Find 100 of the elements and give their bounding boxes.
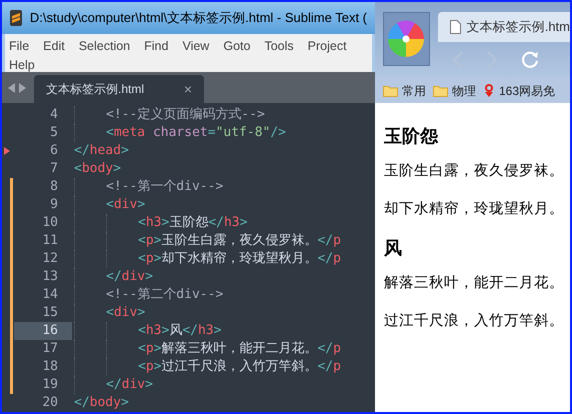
code-token: </ xyxy=(317,232,334,250)
code-token: 玉阶怨 xyxy=(169,214,208,232)
page-icon xyxy=(450,20,461,34)
menu-item[interactable]: Edit xyxy=(43,37,65,56)
code-token: </ xyxy=(317,358,334,376)
code-token: > xyxy=(145,376,153,394)
code-token: > xyxy=(154,358,162,376)
code-token: p xyxy=(333,232,341,250)
bookmark-item[interactable]: 163网易免 xyxy=(483,82,556,100)
folder-icon xyxy=(433,84,448,96)
menu-item[interactable]: Help xyxy=(9,56,35,76)
page-heading: 玉阶怨 xyxy=(384,125,440,147)
browser-tab[interactable]: 文本标签示例.htm xyxy=(438,12,570,42)
line-number: 8 xyxy=(50,179,58,194)
code-token: p xyxy=(146,358,154,376)
code-token: "utf-8" xyxy=(216,124,270,142)
page-paragraph: 过江千尺浪，入竹万竿斜。 xyxy=(384,312,565,331)
code-token: > xyxy=(120,394,129,412)
code-token: < xyxy=(74,160,82,178)
menu-item[interactable]: View xyxy=(182,37,210,56)
code-token: charset xyxy=(152,124,208,142)
site-logo-icon xyxy=(483,84,495,98)
line-number: 12 xyxy=(42,251,58,266)
code-token: < xyxy=(106,304,114,322)
line-number: 15 xyxy=(42,305,58,320)
app-logo-icon xyxy=(10,10,22,26)
code-token: p xyxy=(333,358,341,376)
code-token: head xyxy=(90,142,121,160)
bookmark-item[interactable]: 常用 xyxy=(383,82,426,100)
menu-item[interactable]: Goto xyxy=(223,37,250,56)
browser-logo-icon[interactable] xyxy=(383,12,430,66)
code-token: 玉阶生白露，夜久侵罗袜。 xyxy=(161,232,318,250)
code-token: </ xyxy=(317,250,334,268)
line-number: 18 xyxy=(42,359,58,374)
code-comment: <!--第一个div--> xyxy=(106,178,224,196)
menu-item[interactable]: Selection xyxy=(78,37,130,56)
code-token: /> xyxy=(270,124,286,142)
code-token: </ xyxy=(317,340,334,358)
folder-icon xyxy=(383,84,398,96)
code-token: body xyxy=(82,160,114,178)
code-token: </ xyxy=(182,322,198,340)
code-token: </ xyxy=(74,142,90,160)
code-token: > xyxy=(113,160,121,178)
code-token: p xyxy=(333,250,341,268)
code-token: </ xyxy=(106,376,122,394)
code-token: div xyxy=(122,268,146,286)
code-token: > xyxy=(161,322,170,340)
code-token: h3 xyxy=(198,322,214,340)
page-paragraph: 玉阶生白露，夜久侵罗袜。 xyxy=(384,162,565,181)
menu-item[interactable]: Tools xyxy=(264,37,294,56)
code-token: h3 xyxy=(146,214,162,232)
line-number: 19 xyxy=(42,377,58,392)
code-token: < xyxy=(138,322,146,340)
code-token: < xyxy=(138,232,146,250)
code-token: 过江千尺浪，入竹万竿斜。 xyxy=(161,358,318,376)
code-token: < xyxy=(138,358,146,376)
window-title: D:\study\computer\html\文本标签示例.html - Sublime Text ( xyxy=(30,9,367,28)
code-token: p xyxy=(333,340,341,358)
code-token: </ xyxy=(74,394,90,412)
tab-scroll-left-icon[interactable] xyxy=(8,82,15,93)
code-token: 解落三秋叶，能开二月花。 xyxy=(161,340,318,358)
code-token: < xyxy=(138,340,146,358)
code-token: > xyxy=(137,196,146,214)
reload-icon[interactable] xyxy=(520,50,540,70)
code-token: meta xyxy=(114,124,146,142)
code-token: > xyxy=(120,142,129,160)
tab-scroll-right-icon[interactable] xyxy=(19,82,26,93)
code-token: 却下水精帘，玲珑望秋月。 xyxy=(161,250,318,268)
code-token: p xyxy=(146,340,154,358)
code-token: < xyxy=(106,124,114,142)
tab-close-button[interactable]: × xyxy=(184,78,192,100)
code-token: div xyxy=(122,376,146,394)
code-comment: <!--定义页面编码方式--> xyxy=(106,106,265,124)
code-token: > xyxy=(154,340,162,358)
code-token: > xyxy=(240,214,248,232)
code-token: = xyxy=(208,124,216,142)
code-token: > xyxy=(214,322,222,340)
code-token: > xyxy=(161,214,170,232)
line-number: 6 xyxy=(50,143,58,158)
code-token: < xyxy=(106,196,114,214)
editor-tab[interactable]: 文本标签示例.html × xyxy=(34,75,204,103)
line-number: 10 xyxy=(42,215,58,230)
code-token: div xyxy=(114,196,138,214)
code-comment: <!--第二个div--> xyxy=(106,286,224,304)
code-token: < xyxy=(138,214,146,232)
line-number: 4 xyxy=(50,107,58,122)
page-paragraph: 解落三秋叶，能开二月花。 xyxy=(384,274,565,293)
menu-item[interactable]: File xyxy=(9,37,30,56)
bookmark-item[interactable]: 物理 xyxy=(433,82,476,100)
line-number: 11 xyxy=(42,233,58,248)
menu-item[interactable]: Project xyxy=(308,37,347,56)
code-token: > xyxy=(154,250,162,268)
menu-item[interactable]: Find xyxy=(144,37,168,56)
line-number: 13 xyxy=(42,269,58,284)
line-number: 7 xyxy=(50,161,58,176)
code-token: div xyxy=(114,304,138,322)
line-number: 16 xyxy=(42,323,58,338)
code-token: h3 xyxy=(224,214,240,232)
code-token: > xyxy=(145,268,153,286)
line-number: 14 xyxy=(42,287,58,302)
